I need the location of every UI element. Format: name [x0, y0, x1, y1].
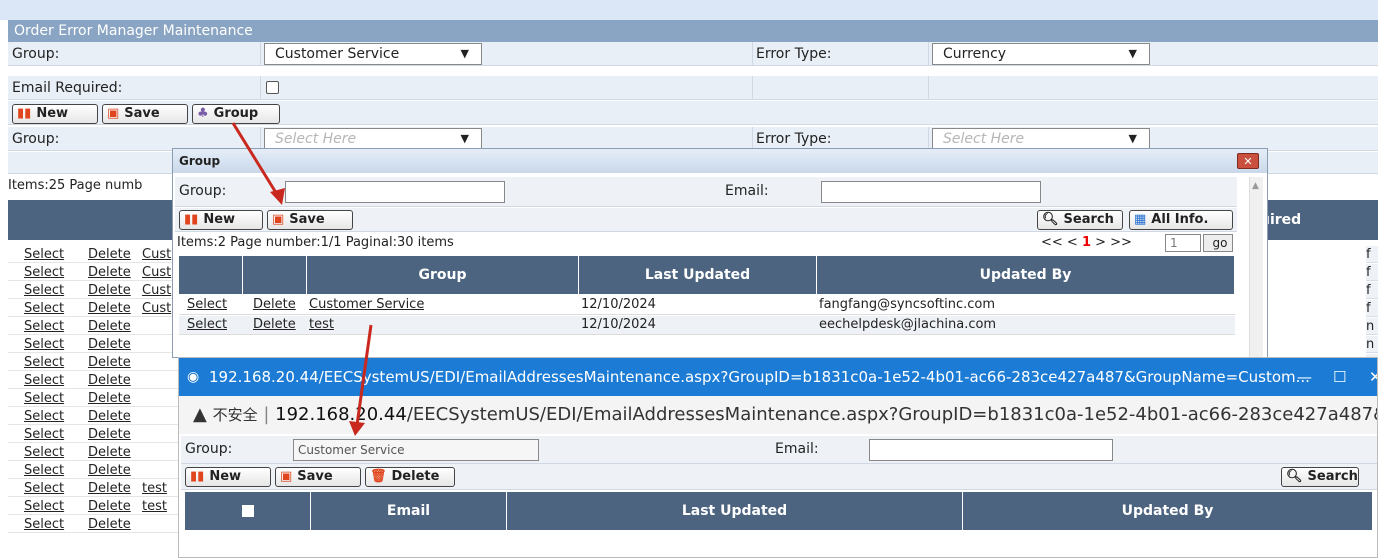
annotation-arrows — [231, 122, 373, 436]
arrow-line — [231, 122, 280, 197]
arrowhead — [349, 421, 365, 436]
arrowhead — [270, 188, 285, 205]
arrow-line — [355, 324, 373, 426]
